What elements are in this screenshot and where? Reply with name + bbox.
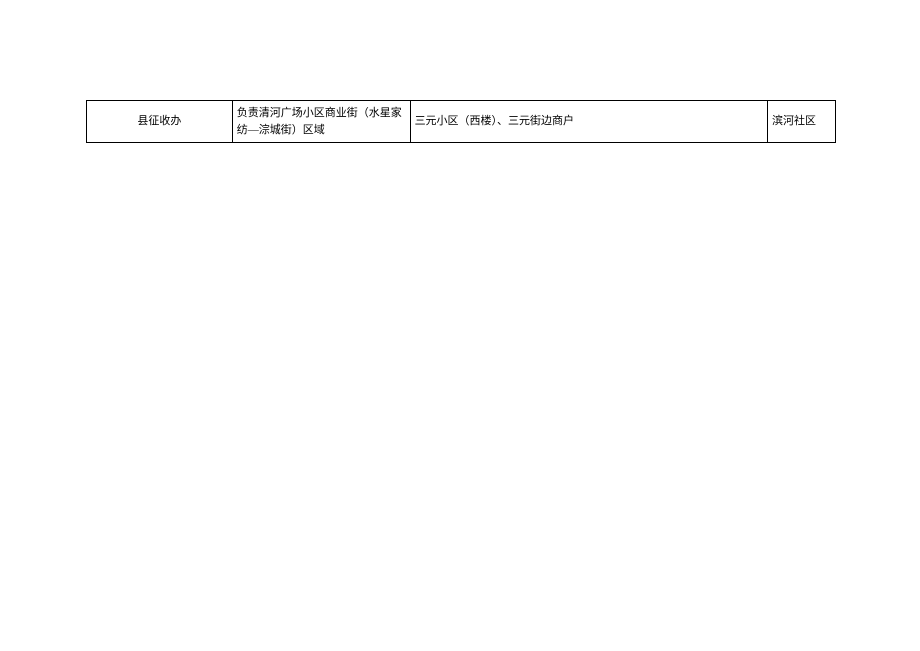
- cell-responsibility: 负责清河广场小区商业街（水星家纺—淙城街）区域: [232, 101, 410, 143]
- cell-area: 三元小区（西楼）、三元街边商户: [410, 101, 767, 143]
- cell-department: 县征收办: [87, 101, 233, 143]
- data-table: 县征收办 负责清河广场小区商业街（水星家纺—淙城街）区域 三元小区（西楼）、三元…: [86, 100, 836, 143]
- data-table-container: 县征收办 负责清河广场小区商业街（水星家纺—淙城街）区域 三元小区（西楼）、三元…: [86, 100, 836, 143]
- table-row: 县征收办 负责清河广场小区商业街（水星家纺—淙城街）区域 三元小区（西楼）、三元…: [87, 101, 836, 143]
- cell-community: 滨河社区: [768, 101, 836, 143]
